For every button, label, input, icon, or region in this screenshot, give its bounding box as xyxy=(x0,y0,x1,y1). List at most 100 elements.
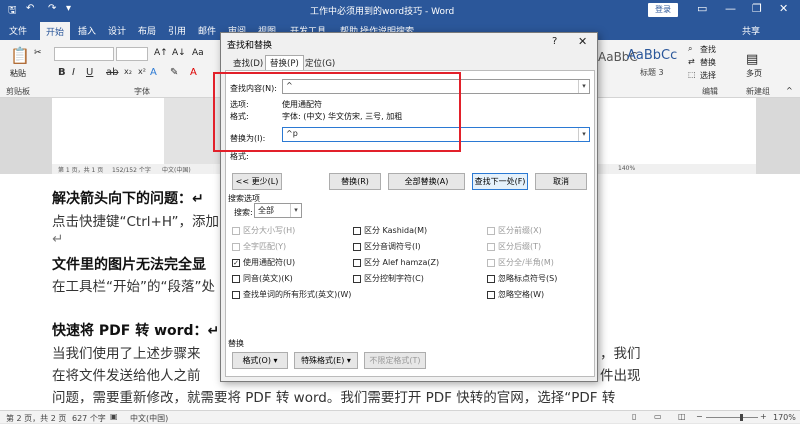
full-half-width-checkbox[interactable]: 区分全/半角(M) xyxy=(487,257,554,268)
zoom-slider-thumb[interactable] xyxy=(740,414,743,421)
tab-insert[interactable]: 插入 xyxy=(78,24,96,37)
subscript-icon[interactable]: x₂ xyxy=(124,67,132,76)
word-count[interactable]: 627 个字 xyxy=(72,413,106,424)
paste-icon[interactable]: 📋 xyxy=(10,46,30,65)
change-case-icon[interactable]: Aa xyxy=(192,48,204,58)
cut-icon[interactable]: ✂ xyxy=(34,48,42,58)
whole-word-box[interactable] xyxy=(232,242,240,251)
font-name-combo[interactable] xyxy=(54,47,114,61)
underline-icon[interactable]: U xyxy=(86,67,93,78)
diacritics-checkbox[interactable]: 区分音调符号(I) xyxy=(353,241,421,252)
tab-home[interactable]: 开始 xyxy=(40,22,71,40)
italic-icon[interactable]: I xyxy=(72,67,75,78)
zoom-slider[interactable] xyxy=(706,417,758,418)
ignore-whitespace-checkbox[interactable]: 忽略空格(W) xyxy=(487,289,544,300)
replace-button[interactable]: 替换(R) xyxy=(329,173,381,190)
share-button[interactable]: 共享 xyxy=(742,24,760,37)
bold-icon[interactable]: B xyxy=(58,67,66,78)
match-suffix-checkbox[interactable]: 区分后缀(T) xyxy=(487,241,541,252)
undo-icon[interactable]: ↶ xyxy=(26,3,34,14)
find-icon[interactable]: ⌕ xyxy=(688,44,692,54)
match-case-box[interactable] xyxy=(232,226,240,235)
font-color-icon[interactable]: A xyxy=(190,67,197,78)
maximize-icon[interactable]: ❐ xyxy=(752,2,762,15)
diacritics-box[interactable] xyxy=(353,242,361,251)
replace-all-button[interactable]: 全部替换(A) xyxy=(388,173,465,190)
shrink-font-icon[interactable]: A↓ xyxy=(172,48,186,58)
search-direction-select[interactable]: 全部 ▾ xyxy=(254,203,302,218)
match-case-checkbox[interactable]: 区分大小写(H) xyxy=(232,225,295,236)
login-button[interactable]: 登录 xyxy=(648,3,678,17)
find-history-dropdown-icon[interactable]: ▾ xyxy=(578,80,589,93)
cancel-button[interactable]: 取消 xyxy=(535,173,587,190)
ignore-punctuation-box[interactable] xyxy=(487,274,495,283)
multipage-icon[interactable]: ▤ xyxy=(746,52,758,67)
kashida-box[interactable] xyxy=(353,226,361,235)
zoom-out-icon[interactable]: − xyxy=(696,412,703,421)
proofing-icon[interactable]: ▣ xyxy=(110,412,118,421)
search-direction-dropdown-icon[interactable]: ▾ xyxy=(290,204,301,217)
control-chars-box[interactable] xyxy=(353,274,361,283)
highlight-icon[interactable]: ✎ xyxy=(170,67,178,78)
tab-goto[interactable]: 定位(G) xyxy=(301,56,339,70)
special-button[interactable]: 特殊格式(E) ▾ xyxy=(294,352,358,369)
text-effects-icon[interactable]: A xyxy=(150,67,157,78)
sounds-like-box[interactable] xyxy=(232,274,240,283)
tab-mailings[interactable]: 邮件 xyxy=(198,24,216,37)
find-next-button[interactable]: 查找下一处(F) xyxy=(472,173,528,190)
grow-font-icon[interactable]: A↑ xyxy=(154,48,168,58)
font-size-combo[interactable] xyxy=(116,47,148,61)
tab-file[interactable]: 文件 xyxy=(9,24,27,37)
whole-word-checkbox[interactable]: 全字匹配(Y) xyxy=(232,241,286,252)
alef-hamza-checkbox[interactable]: 区分 Alef hamza(Z) xyxy=(353,257,439,268)
redo-icon[interactable]: ↷ xyxy=(48,3,56,14)
strikethrough-icon[interactable]: ab xyxy=(106,67,118,78)
language[interactable]: 中文(中国) xyxy=(130,413,168,424)
tab-layout[interactable]: 布局 xyxy=(138,24,156,37)
replace-icon[interactable]: ⇄ xyxy=(688,57,695,66)
print-layout-icon[interactable]: ▭ xyxy=(654,412,662,421)
tab-references[interactable]: 引用 xyxy=(168,24,186,37)
read-mode-icon[interactable]: ▯ xyxy=(632,412,636,421)
zoom-level[interactable]: 170% xyxy=(773,413,796,422)
web-layout-icon[interactable]: ◫ xyxy=(678,412,686,421)
tab-replace[interactable]: 替换(P) xyxy=(265,55,304,71)
close-icon[interactable]: ✕ xyxy=(779,2,788,15)
kashida-checkbox[interactable]: 区分 Kashida(M) xyxy=(353,225,427,236)
ribbon-display-icon[interactable]: ▭ xyxy=(697,2,707,15)
page-count[interactable]: 第 2 页，共 2 页 xyxy=(6,413,66,424)
select-button[interactable]: 选择 xyxy=(700,70,716,81)
customize-qat-icon[interactable]: ▾ xyxy=(66,3,71,14)
minimize-icon[interactable]: — xyxy=(725,2,736,15)
match-prefix-box[interactable] xyxy=(487,226,495,235)
find-button[interactable]: 查找 xyxy=(700,44,716,55)
match-suffix-box[interactable] xyxy=(487,242,495,251)
style-heading-3[interactable]: AaBbCc xyxy=(627,48,677,63)
help-icon[interactable]: ? xyxy=(552,36,557,47)
select-icon[interactable]: ⬚ xyxy=(688,70,696,79)
wildcards-box[interactable]: ✓ xyxy=(232,258,240,267)
replace-button[interactable]: 替换 xyxy=(700,57,716,68)
tab-design[interactable]: 设计 xyxy=(108,24,126,37)
control-chars-checkbox[interactable]: 区分控制字符(C) xyxy=(353,273,424,284)
multipage-button[interactable]: 多页 xyxy=(746,68,762,79)
paste-button[interactable]: 粘贴 xyxy=(10,68,26,79)
less-button[interactable]: << 更少(L) xyxy=(232,173,282,190)
format-button[interactable]: 格式(O) ▾ xyxy=(232,352,288,369)
ignore-punctuation-checkbox[interactable]: 忽略标点符号(S) xyxy=(487,273,557,284)
tab-find[interactable]: 查找(D) xyxy=(229,56,267,70)
match-prefix-checkbox[interactable]: 区分前缀(X) xyxy=(487,225,542,236)
all-word-forms-checkbox[interactable]: 查找单词的所有形式(英文)(W) xyxy=(232,289,351,300)
superscript-icon[interactable]: x² xyxy=(138,67,146,76)
all-word-forms-box[interactable] xyxy=(232,290,240,299)
wildcards-checkbox[interactable]: ✓ 使用通配符(U) xyxy=(232,257,295,268)
sounds-like-checkbox[interactable]: 同音(英文)(K) xyxy=(232,273,293,284)
dialog-close-icon[interactable]: ✕ xyxy=(578,35,587,48)
ignore-whitespace-box[interactable] xyxy=(487,290,495,299)
zoom-in-icon[interactable]: + xyxy=(760,412,767,421)
alef-hamza-box[interactable] xyxy=(353,258,361,267)
full-half-width-box[interactable] xyxy=(487,258,495,267)
save-icon[interactable]: 🖫 xyxy=(8,3,17,20)
no-formatting-button[interactable]: 不限定格式(T) xyxy=(364,352,426,369)
replace-history-dropdown-icon[interactable]: ▾ xyxy=(578,128,589,141)
